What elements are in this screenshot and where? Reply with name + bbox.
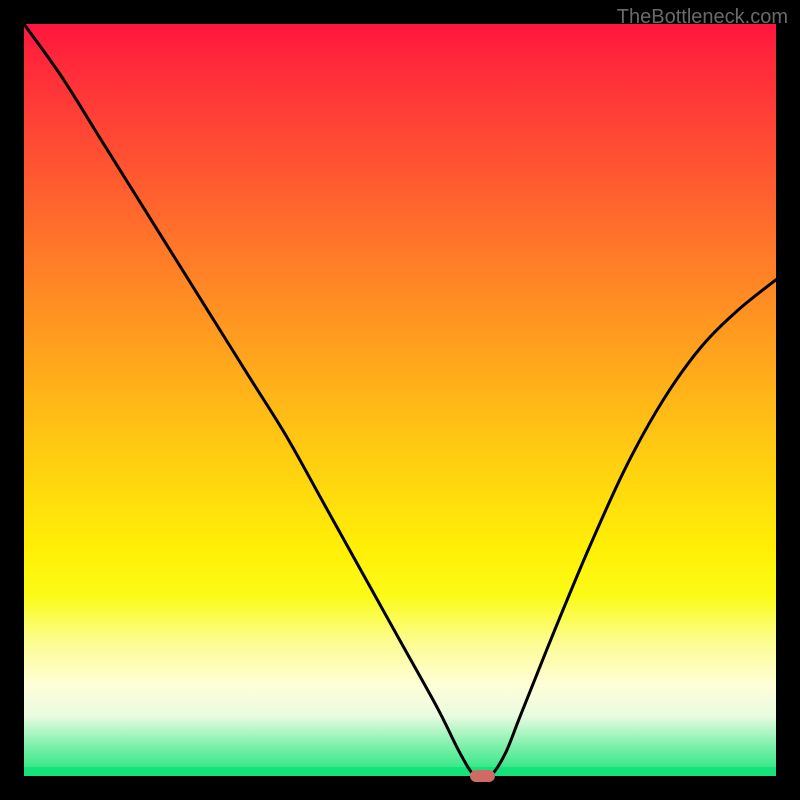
- minimum-marker: [470, 770, 496, 783]
- bottleneck-curve: [24, 24, 776, 776]
- plot-area: [24, 24, 776, 776]
- curve-svg: [24, 24, 776, 776]
- watermark-text: TheBottleneck.com: [617, 6, 788, 29]
